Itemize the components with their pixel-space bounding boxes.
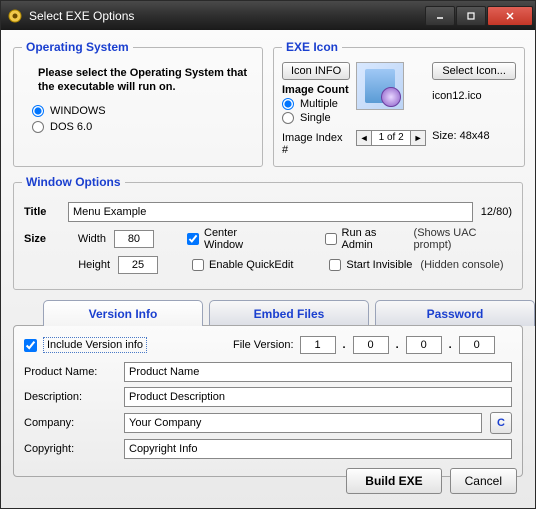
icon-size-label: Size: 48x48 [432,130,516,142]
index-next-button[interactable]: ► [410,130,426,146]
enable-quickedit-label: Enable QuickEdit [209,259,293,271]
size-label: Size [24,233,58,245]
start-invisible-hint: (Hidden console) [420,259,503,271]
title-label: Title [24,206,60,218]
run-as-admin-checkbox[interactable] [325,233,337,245]
file-version-label: File Version: [233,339,294,351]
title-input[interactable] [68,202,473,222]
image-index-label: Image Index # [282,132,350,156]
icon-preview [356,62,404,110]
run-as-admin-label: Run as Admin [342,227,406,251]
company-input[interactable] [124,413,482,433]
height-label: Height [68,259,110,271]
copyright-input[interactable] [124,439,512,459]
copyright-label: Copyright: [24,443,116,455]
icon-filename: icon12.ico [432,90,516,102]
select-icon-button[interactable]: Select Icon... [432,62,516,80]
window-options-group: Window Options Title 12/80) Size Width C… [13,175,523,290]
icon-multiple-label: Multiple [300,98,338,110]
company-lookup-button[interactable]: C [490,412,512,434]
company-lookup-icon: C [497,417,505,429]
description-label: Description: [24,391,116,403]
app-icon [7,8,23,24]
tab-embed-files[interactable]: Embed Files [209,300,369,326]
os-dos-radio[interactable] [32,121,44,133]
company-label: Company: [24,417,116,429]
titlebar: Select EXE Options [1,1,535,30]
os-legend: Operating System [22,40,133,54]
width-label: Width [66,233,106,245]
start-invisible-checkbox[interactable] [329,259,341,271]
index-prev-button[interactable]: ◄ [356,130,372,146]
start-invisible-label: Start Invisible [346,259,412,271]
icon-single-radio[interactable] [282,112,294,124]
include-version-checkbox[interactable] [24,339,37,352]
os-windows-label: WINDOWS [50,105,106,117]
icon-info-button[interactable]: Icon INFO [282,62,350,80]
maximize-button[interactable] [456,6,486,26]
include-version-label: Include Version info [43,337,147,353]
file-version-3[interactable] [406,336,442,354]
minimize-button[interactable] [425,6,455,26]
cancel-button[interactable]: Cancel [450,468,517,494]
title-count: 12/80) [481,206,512,218]
operating-system-group: Operating System Please select the Opera… [13,40,263,167]
version-info-panel: Include Version info File Version: . . .… [13,325,523,477]
close-button[interactable] [487,6,533,26]
winopt-legend: Window Options [22,175,125,189]
os-prompt: Please select the Operating System that … [38,66,250,95]
index-value: 1 of 2 [372,130,410,146]
icon-single-label: Single [300,112,331,124]
enable-quickedit-checkbox[interactable] [192,259,204,271]
width-input[interactable] [114,230,154,248]
center-window-label: Center Window [204,227,274,251]
file-version-2[interactable] [353,336,389,354]
window-title: Select EXE Options [29,9,424,23]
center-window-checkbox[interactable] [187,233,199,245]
file-version-1[interactable] [300,336,336,354]
height-input[interactable] [118,256,158,274]
exe-icon-group: EXE Icon Icon INFO Image Count Multiple … [273,40,525,167]
icon-legend: EXE Icon [282,40,342,54]
icon-multiple-radio[interactable] [282,98,294,110]
product-name-label: Product Name: [24,366,116,378]
description-input[interactable] [124,387,512,407]
tab-version-info[interactable]: Version Info [43,300,203,326]
build-exe-button[interactable]: Build EXE [346,468,441,494]
image-count-label: Image Count [282,84,350,96]
dialog-window: Select EXE Options Operating System Plea… [0,0,536,509]
run-as-admin-hint: (Shows UAC prompt) [414,227,513,251]
product-name-input[interactable] [124,362,512,382]
tab-password[interactable]: Password [375,300,535,326]
file-version-4[interactable] [459,336,495,354]
os-dos-label: DOS 6.0 [50,121,92,133]
os-windows-radio[interactable] [32,105,44,117]
